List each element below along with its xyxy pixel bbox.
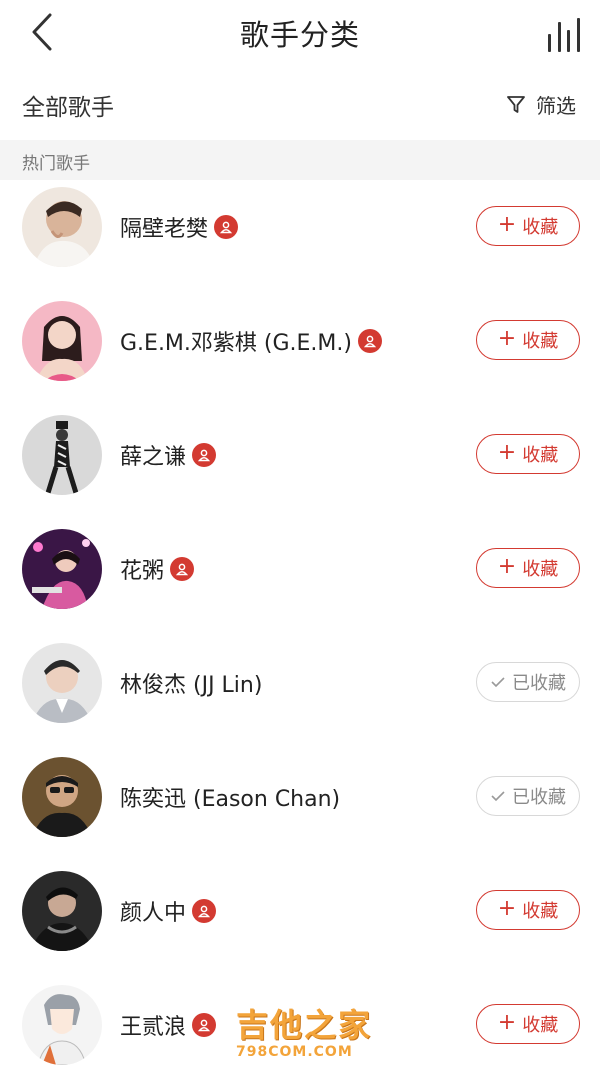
person-badge-icon	[192, 899, 217, 923]
person-badge-icon	[357, 329, 382, 353]
equalizer-bars-icon	[548, 34, 551, 52]
section-header: 热门歌手	[0, 140, 600, 180]
singer-row[interactable]: 陈奕迅 (Eason Chan) 已收藏	[0, 750, 600, 864]
navbar: 歌手分类	[0, 0, 600, 68]
watermark-url: 798COM.COM	[236, 1044, 353, 1060]
singer-name: 王贰浪	[120, 1015, 187, 1040]
plus-icon: +	[497, 212, 517, 237]
singer-name: G.E.M.邓紫棋 (G.E.M.)	[120, 331, 352, 356]
singer-row[interactable]: G.E.M.邓紫棋 (G.E.M.) + 收藏	[0, 294, 600, 408]
avatar[interactable]	[22, 985, 102, 1065]
filter-label: 筛选	[536, 94, 576, 118]
avatar[interactable]	[22, 643, 102, 723]
plus-icon: +	[497, 440, 517, 465]
funnel-icon	[507, 95, 525, 113]
favorite-button[interactable]: + 收藏	[476, 320, 580, 360]
avatar[interactable]	[22, 187, 102, 267]
avatar[interactable]	[22, 529, 102, 609]
plus-icon: +	[497, 554, 517, 579]
singer-row[interactable]: 颜人中 + 收藏	[0, 864, 600, 978]
singer-row[interactable]: 花粥 + 收藏	[0, 522, 600, 636]
section-title: 热门歌手	[22, 154, 90, 174]
singer-name: 隔壁老樊	[120, 217, 209, 242]
watermark: 吉他之家 798COM.COM	[236, 1000, 386, 1070]
plus-icon: +	[497, 326, 517, 351]
person-badge-icon	[192, 1013, 217, 1037]
favorite-button[interactable]: + 收藏	[476, 434, 580, 474]
singer-list: 隔壁老樊 + 收藏 G.E.M.邓紫棋 (G.E.M.) + 收藏 薛之谦 +	[0, 180, 600, 1073]
favorite-button[interactable]: + 收藏	[476, 1004, 580, 1044]
now-playing-button[interactable]	[544, 14, 584, 52]
avatar[interactable]	[22, 301, 102, 381]
singer-name: 林俊杰 (JJ Lin)	[120, 673, 263, 698]
watermark-title: 吉他之家	[236, 1006, 373, 1044]
check-icon	[491, 677, 505, 688]
plus-icon: +	[497, 896, 517, 921]
filter-button[interactable]: 筛选	[506, 90, 576, 119]
singer-name: 花粥	[120, 559, 165, 584]
favorite-button[interactable]: + 收藏	[476, 890, 580, 930]
check-icon	[491, 791, 505, 802]
favorite-button[interactable]: + 收藏	[476, 548, 580, 588]
avatar[interactable]	[22, 415, 102, 495]
page-title: 歌手分类	[239, 18, 360, 52]
favorite-button[interactable]: + 收藏	[476, 206, 580, 246]
person-badge-icon	[192, 443, 217, 467]
singer-row[interactable]: 薛之谦 + 收藏	[0, 408, 600, 522]
singer-row[interactable]: 隔壁老樊 + 收藏	[0, 180, 600, 294]
avatar[interactable]	[22, 871, 102, 951]
singer-name: 陈奕迅 (Eason Chan)	[120, 787, 341, 812]
singer-row[interactable]: 林俊杰 (JJ Lin) 已收藏	[0, 636, 600, 750]
avatar[interactable]	[22, 757, 102, 837]
singer-name: 薛之谦	[120, 445, 187, 470]
person-badge-icon	[214, 215, 239, 239]
followed-button[interactable]: 已收藏	[476, 776, 580, 816]
plus-icon: +	[497, 1010, 517, 1035]
singer-name: 颜人中	[120, 901, 187, 926]
filter-row: 全部歌手 筛选	[0, 68, 600, 140]
all-singers-label: 全部歌手	[22, 95, 114, 121]
followed-button[interactable]: 已收藏	[476, 662, 580, 702]
person-badge-icon	[170, 557, 195, 581]
